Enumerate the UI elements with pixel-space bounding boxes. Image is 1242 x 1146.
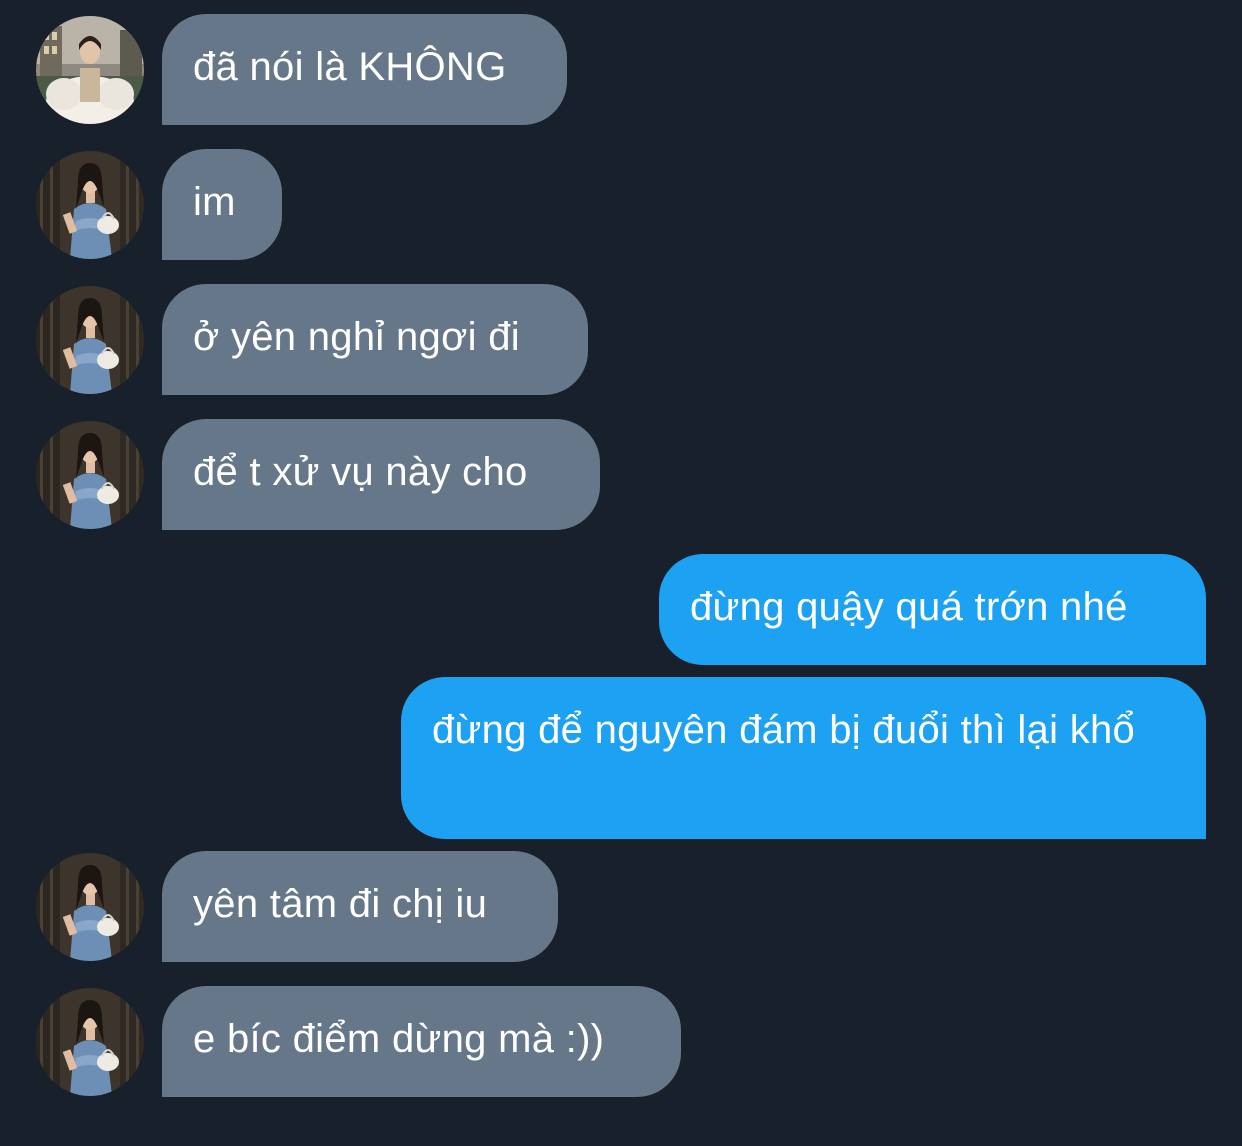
avatar-fur-coat[interactable] — [36, 16, 144, 124]
avatar-denim-dress[interactable] — [36, 988, 144, 1096]
outgoing-message-bubble: đừng để nguyên đám bị đuổi thì lại khổ — [401, 677, 1206, 839]
avatar-photo — [36, 988, 144, 1096]
incoming-message-bubble: đã nói là KHÔNG — [162, 14, 567, 125]
avatar-denim-dress[interactable] — [36, 151, 144, 259]
incoming-message-bubble: ở yên nghỉ ngơi đi — [162, 284, 588, 395]
incoming-message-bubble: e bíc điểm dừng mà :)) — [162, 986, 681, 1097]
avatar-photo — [36, 421, 144, 529]
avatar-photo — [36, 286, 144, 394]
incoming-message-bubble: im — [162, 149, 282, 260]
avatar-photo — [36, 853, 144, 961]
avatar-denim-dress[interactable] — [36, 421, 144, 529]
avatar-photo — [36, 151, 144, 259]
avatar-denim-dress[interactable] — [36, 286, 144, 394]
avatar-photo — [36, 16, 144, 124]
avatar-denim-dress[interactable] — [36, 853, 144, 961]
incoming-message-bubble: yên tâm đi chị iu — [162, 851, 558, 962]
incoming-message-bubble: để t xử vụ này cho — [162, 419, 600, 530]
outgoing-message-bubble: đừng quậy quá trớn nhé — [659, 554, 1206, 665]
